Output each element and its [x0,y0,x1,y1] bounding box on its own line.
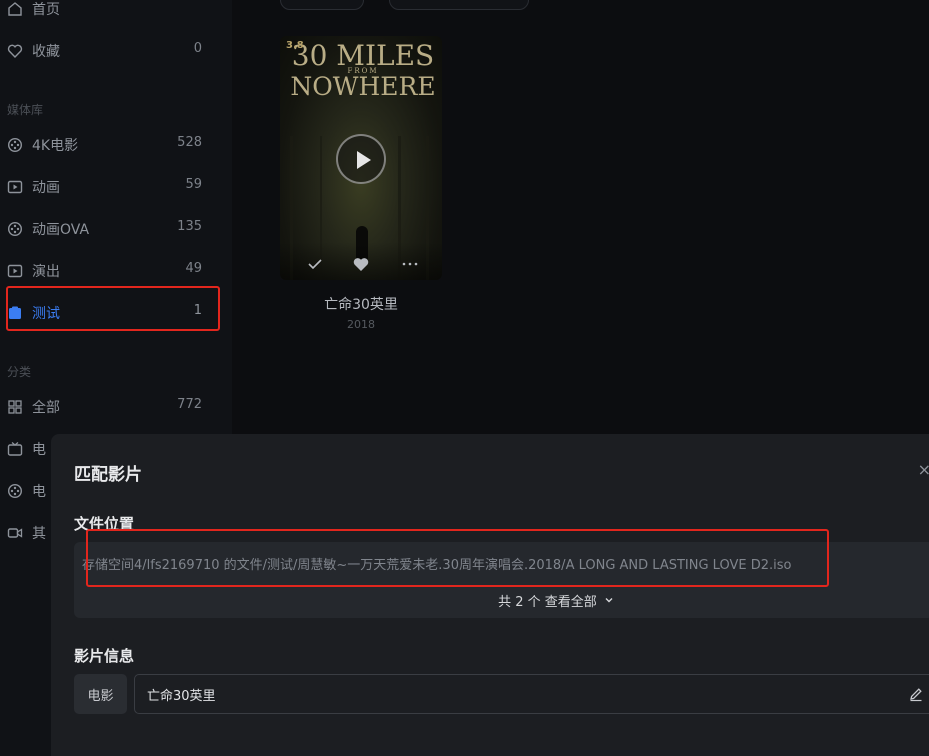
sidebar-item-favorites[interactable]: 收藏 0 [0,34,232,66]
sidebar-item-label: 首页 [32,2,60,18]
highlight-box-sidebar [6,286,220,331]
sidebar-item-count: 772 [177,397,202,412]
sidebar-item-count: 135 [177,219,202,234]
video-camera-icon [7,528,23,538]
sidebar-item-count: 0 [193,41,202,56]
sidebar-item-anime-ova[interactable]: 动画OVA 135 [0,212,232,244]
app-window: 首页 收藏 0 媒体库 4K电影 528 动画 59 动画OVA 135 演出 … [0,0,929,756]
sidebar-item-anime[interactable]: 动画 59 [0,170,232,202]
media-type-tag[interactable]: 电影 [74,674,127,714]
play-button[interactable] [336,134,386,184]
sidebar-item-label: 动画OVA [32,222,90,238]
movie-poster[interactable]: 30 MILES FROM NOWHERE 3.8 [280,36,442,280]
toolbar-button[interactable] [389,0,529,10]
sidebar-item-label: 收藏 [32,44,60,60]
sidebar-item-label: 电 [32,484,46,500]
sidebar-item-label: 电 [32,442,46,458]
film-reel-icon [7,483,23,499]
movie-title-value: 亡命30英里 [147,689,216,704]
home-icon [8,2,22,16]
sidebar-item-label: 其 [32,526,46,542]
tv-icon [7,442,23,456]
play-icon [357,151,371,169]
highlight-box-file-path [86,529,829,587]
dialog-title: 匹配影片 [74,465,142,485]
sidebar-item-label: 全部 [32,400,60,416]
sidebar-item-count: 49 [185,261,202,276]
sidebar-item-4k-movies[interactable]: 4K电影 528 [0,128,232,160]
category-section-title: 分类 [7,365,32,379]
sidebar-item-label: 演出 [32,264,60,280]
match-movie-dialog: 匹配影片 × 文件位置 存储空间4/lfs2169710 的文件/测试/周慧敏~… [51,434,929,756]
sidebar-item-label: 动画 [32,180,60,196]
check-icon[interactable] [306,256,324,272]
movie-title[interactable]: 亡命30英里 [280,294,442,314]
chevron-down-icon [605,598,613,603]
sidebar-item-count: 528 [177,135,202,150]
heart-icon[interactable] [352,256,370,272]
rating-badge: 3.8 [286,40,304,51]
poster-actions [280,242,442,280]
edit-icon[interactable] [908,686,924,702]
movie-year: 2018 [347,318,375,331]
film-reel-icon [7,137,23,153]
play-square-icon [7,264,23,278]
sidebar-item-all[interactable]: 全部 772 [0,390,232,422]
poster-title-art: 30 MILES FROM NOWHERE [290,39,436,101]
close-icon[interactable]: × [918,460,929,479]
sidebar-item-label: 4K电影 [32,138,79,154]
play-square-icon [7,180,23,194]
sidebar-item-count: 59 [185,177,202,192]
toolbar-button[interactable] [280,0,364,10]
movie-info-heading: 影片信息 [74,647,135,665]
grid-icon [8,400,22,414]
library-section-title: 媒体库 [7,103,44,117]
sidebar-item-home[interactable]: 首页 [0,0,232,24]
film-reel-icon [7,221,23,237]
sidebar-item-performance[interactable]: 演出 49 [0,254,232,286]
heart-icon [7,44,23,59]
view-all-label: 共 2 个 查看全部 [498,595,597,610]
more-icon[interactable] [401,256,419,272]
movie-title-field[interactable]: 亡命30英里 [134,674,929,714]
view-all-button[interactable]: 共 2 个 查看全部 [74,591,929,610]
